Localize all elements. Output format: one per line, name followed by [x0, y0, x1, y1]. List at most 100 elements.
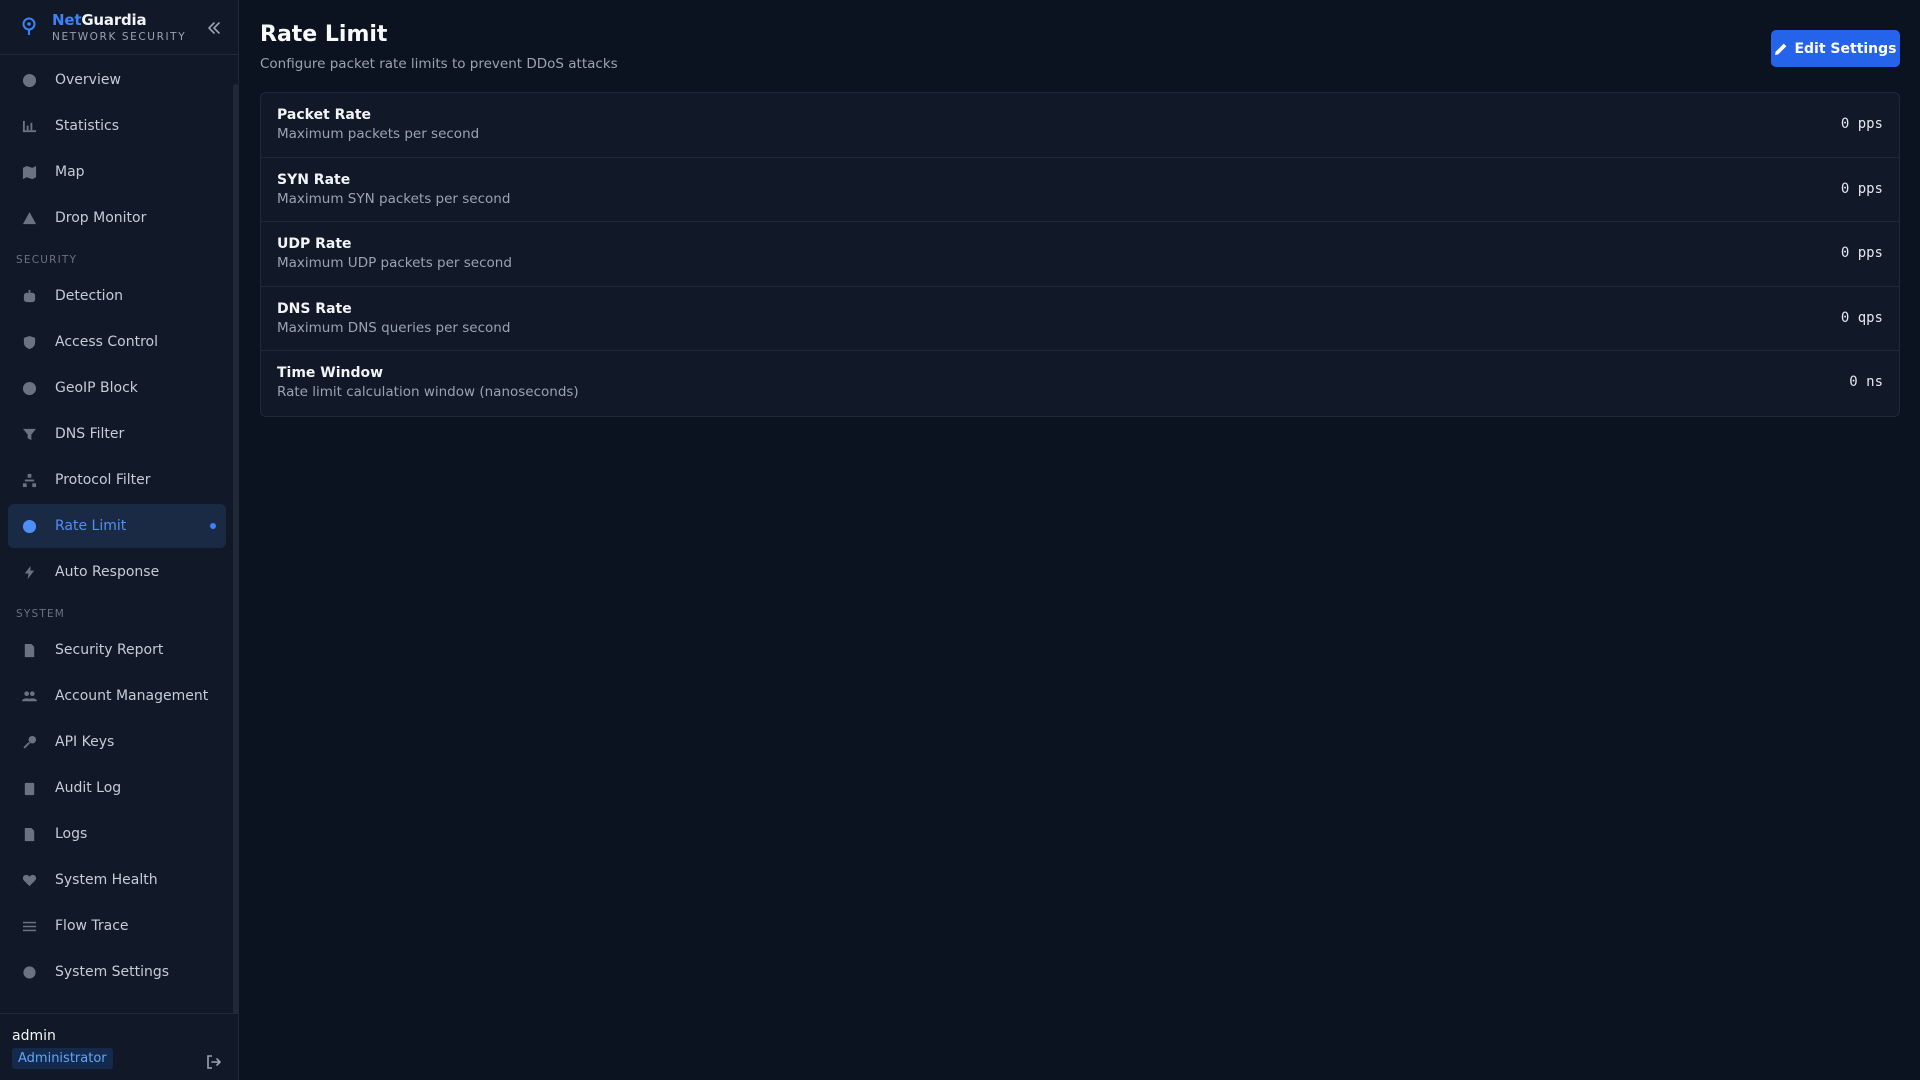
- page-title: Rate Limit: [260, 22, 388, 47]
- brand-name: NetGuardia: [52, 11, 147, 29]
- main-content: Rate Limit Configure packet rate limits …: [240, 0, 1920, 1080]
- sidebar-item-map[interactable]: Map: [8, 150, 226, 194]
- sidebar-item-api-keys[interactable]: API Keys: [8, 720, 226, 764]
- setting-description: Maximum SYN packets per second: [277, 190, 511, 207]
- user-role-badge: Administrator: [12, 1048, 113, 1069]
- filter-icon: [21, 426, 37, 442]
- setting-description: Maximum UDP packets per second: [277, 255, 512, 271]
- sidebar-item-label: Flow Trace: [55, 918, 129, 934]
- sidebar-item-label: DNS Filter: [55, 426, 125, 442]
- edit-settings-label: Edit Settings: [1794, 40, 1897, 57]
- sidebar-item-label: Protocol Filter: [55, 472, 151, 488]
- setting-value: 0 pps: [1840, 245, 1883, 261]
- sidebar-item-label: Drop Monitor: [55, 210, 147, 226]
- sidebar-item-rate-limit[interactable]: Rate Limit: [8, 504, 226, 548]
- gear-icon: [21, 964, 37, 980]
- active-indicator-dot: [210, 523, 216, 529]
- users-icon: [21, 688, 37, 704]
- globe-icon: [21, 380, 37, 396]
- setting-label: UDP Rate: [277, 236, 352, 252]
- sidebar-item-geoip-block[interactable]: GeoIP Block: [8, 366, 226, 410]
- sidebar-item-label: Statistics: [55, 118, 119, 134]
- setting-row: Packet Rate Maximum packets per second 0 p…: [261, 93, 1899, 158]
- setting-row: Time Window Rate limit calculation window…: [261, 351, 1899, 416]
- sidebar-scrollbar[interactable]: [233, 84, 238, 1014]
- section-label-security: SECURITY: [16, 254, 78, 266]
- edit-settings-button[interactable]: Edit Settings: [1771, 30, 1900, 67]
- page-subtitle: Configure packet rate limits to prevent …: [260, 56, 618, 72]
- sidebar-item-label: Auto Response: [55, 564, 160, 580]
- sidebar-item-label: Access Control: [55, 334, 158, 350]
- sidebar-item-auto-response[interactable]: Auto Response: [8, 550, 226, 594]
- sidebar-item-label: System Settings: [55, 964, 170, 980]
- setting-row: UDP Rate Maximum UDP packets per second 0 …: [261, 222, 1899, 287]
- shield-icon: [21, 334, 37, 350]
- brand-name-part1: Net: [52, 11, 82, 29]
- sidebar-item-access-control[interactable]: Access Control: [8, 320, 226, 364]
- sidebar-item-drop-monitor[interactable]: Drop Monitor: [8, 196, 226, 240]
- setting-label: Time Window: [277, 365, 384, 381]
- sidebar-item-logs[interactable]: Logs: [8, 812, 226, 856]
- sidebar-item-overview[interactable]: Overview: [8, 58, 226, 102]
- sidebar-item-label: GeoIP Block: [55, 380, 138, 396]
- setting-description: Maximum packets per second: [277, 126, 480, 142]
- rate-limit-settings-card: Packet Rate Maximum packets per second 0 p…: [260, 92, 1900, 417]
- sidebar-item-account-management[interactable]: Account Management: [8, 674, 226, 718]
- sidebar-nav: Overview Statistics Map Drop Monitor SECURI…: [8, 58, 226, 996]
- brand-name-part2: Guardia: [81, 11, 147, 29]
- logout-icon[interactable]: [204, 1052, 224, 1072]
- sidebar-item-label: Detection: [55, 288, 124, 304]
- sidebar-item-label: Audit Log: [55, 780, 122, 796]
- warning-icon: [21, 210, 37, 226]
- sidebar-item-protocol-filter[interactable]: Protocol Filter: [8, 458, 226, 502]
- map-icon: [21, 164, 37, 180]
- heart-icon: [21, 872, 37, 888]
- section-label-system: SYSTEM: [16, 608, 66, 620]
- setting-value: 0 qps: [1840, 309, 1883, 326]
- collapse-sidebar-icon[interactable]: [204, 18, 224, 38]
- clipboard-icon: [21, 780, 37, 796]
- setting-value: 0 ns: [1849, 374, 1883, 390]
- chart-icon: [21, 118, 37, 134]
- setting-row: DNS Rate Maximum DNS queries per second 0 …: [261, 287, 1899, 351]
- sidebar-item-label: Overview: [55, 72, 121, 88]
- setting-description: Maximum DNS queries per second: [277, 319, 511, 336]
- sidebar-item-label: System Health: [55, 872, 158, 888]
- sidebar-item-statistics[interactable]: Statistics: [8, 104, 226, 148]
- bolt-icon: [21, 564, 37, 580]
- sidebar-item-audit-log[interactable]: Audit Log: [8, 766, 226, 810]
- setting-description: Rate limit calculation window (nanosecon…: [277, 384, 579, 400]
- sidebar: NetGuardia NETWORK SECURITY Overview Stat…: [0, 0, 239, 1080]
- sidebar-item-system-health[interactable]: System Health: [8, 858, 226, 902]
- setting-label: Packet Rate: [277, 107, 372, 123]
- brand-subtitle: NETWORK SECURITY: [52, 31, 187, 43]
- document-icon: [21, 642, 37, 658]
- robot-icon: [21, 288, 37, 304]
- list-icon: [21, 918, 37, 934]
- sidebar-item-detection[interactable]: Detection: [8, 274, 226, 318]
- setting-label: SYN Rate: [277, 171, 351, 188]
- dashboard-icon: [21, 72, 37, 88]
- sitemap-icon: [21, 472, 37, 488]
- logo-icon: [22, 17, 36, 35]
- sidebar-item-label: Account Management: [55, 688, 209, 704]
- brand-header: NetGuardia NETWORK SECURITY: [0, 0, 239, 55]
- setting-label: DNS Rate: [277, 300, 352, 317]
- sidebar-item-flow-trace[interactable]: Flow Trace: [8, 904, 226, 948]
- file-icon: [21, 826, 37, 842]
- setting-value: 0 pps: [1840, 180, 1883, 197]
- user-name: admin: [12, 1028, 56, 1044]
- key-icon: [21, 734, 37, 750]
- setting-value: 0 pps: [1840, 116, 1883, 132]
- sidebar-item-label: Map: [55, 164, 85, 180]
- user-panel: admin Administrator: [0, 1013, 239, 1080]
- sidebar-item-security-report[interactable]: Security Report: [8, 628, 226, 672]
- sidebar-item-label: Security Report: [55, 642, 164, 658]
- sidebar-item-label: Logs: [55, 826, 88, 842]
- sidebar-item-dns-filter[interactable]: DNS Filter: [8, 412, 226, 456]
- sidebar-item-system-settings[interactable]: System Settings: [8, 950, 226, 994]
- setting-row: SYN Rate Maximum SYN packets per second 0 …: [261, 158, 1899, 222]
- gauge-icon: [21, 518, 37, 534]
- sidebar-item-label: API Keys: [55, 734, 115, 750]
- pencil-icon: [1775, 43, 1787, 55]
